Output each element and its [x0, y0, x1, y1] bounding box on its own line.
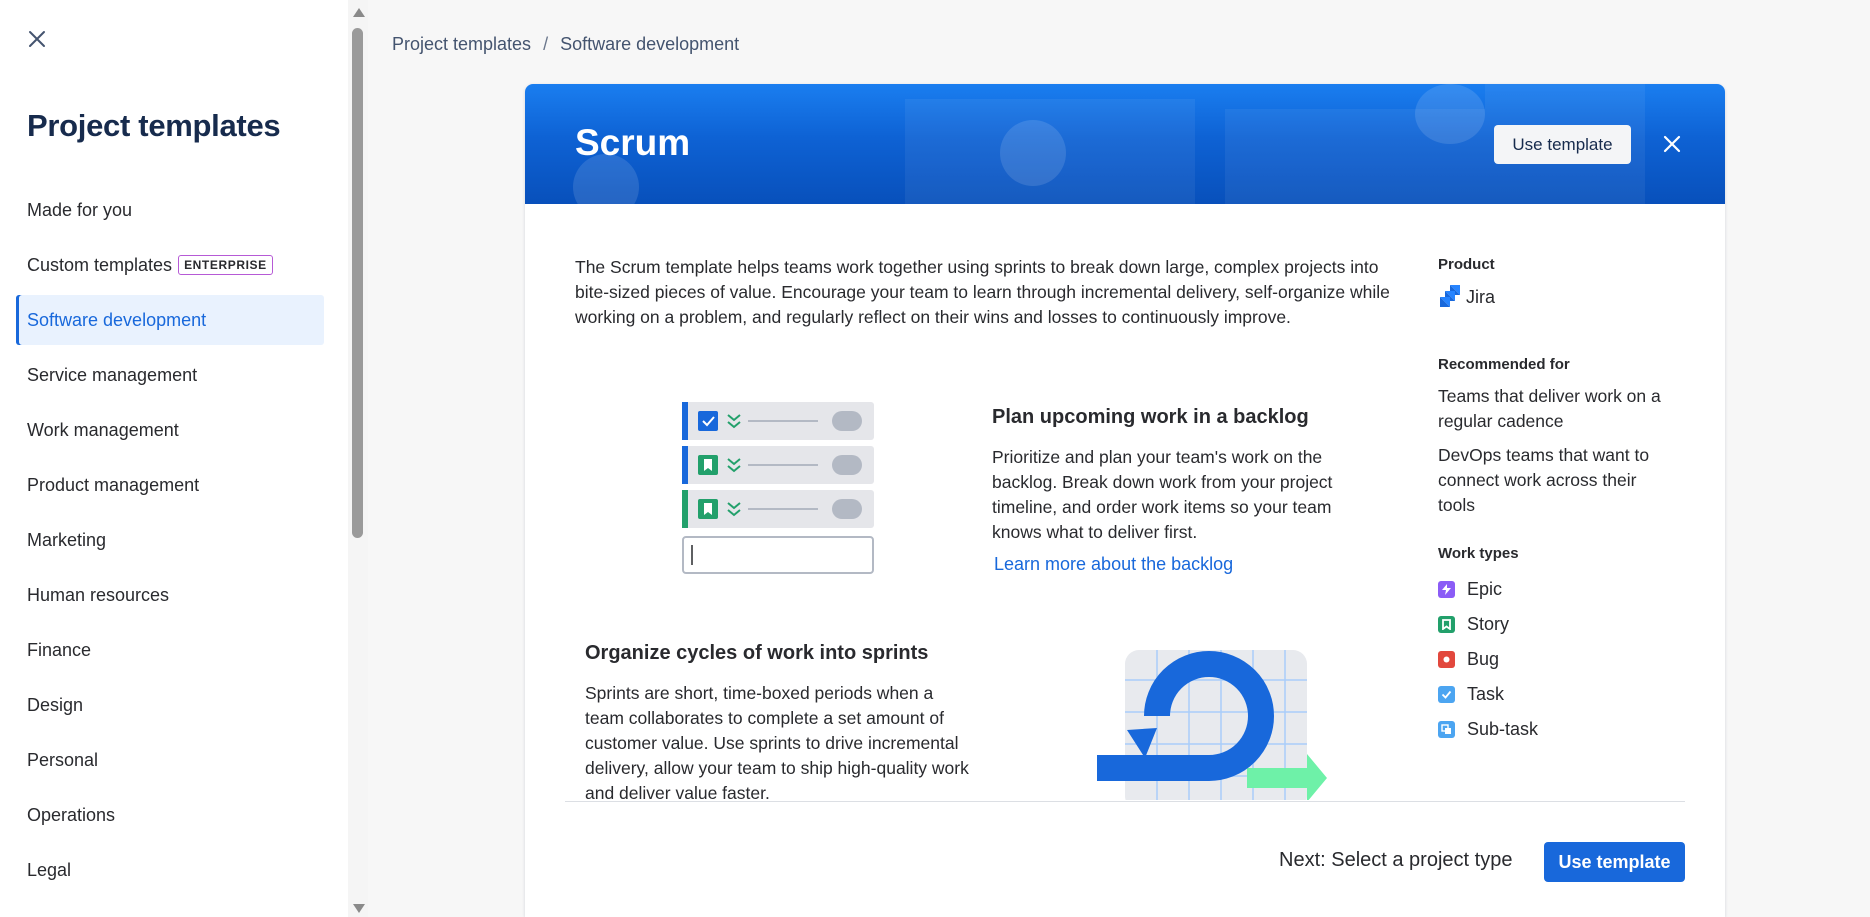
template-title: Scrum — [575, 122, 691, 163]
sidebar-item-label: Personal — [27, 749, 99, 770]
worktype-label: Bug — [1467, 649, 1500, 669]
worktype-epic: Epic — [1438, 572, 1538, 607]
close-icon[interactable] — [24, 26, 50, 52]
product-name: Jira — [1466, 286, 1496, 307]
sidebar-title: Project templates — [27, 108, 281, 143]
sidebar-item-product-management[interactable]: Product management — [16, 460, 324, 510]
close-icon[interactable] — [1659, 131, 1685, 157]
template-description: The Scrum template helps teams work toge… — [575, 257, 1390, 327]
worktype-story: Story — [1438, 607, 1538, 642]
recommended-item: Teams that deliver work on a regular cad… — [1438, 386, 1661, 431]
sidebar-item-personal[interactable]: Personal — [16, 735, 324, 785]
worktypes-heading: Work types — [1438, 545, 1519, 562]
scroll-down-arrow[interactable] — [353, 904, 365, 913]
next-step-label: Next: Select a project type — [1279, 849, 1513, 871]
use-template-primary-button[interactable]: Use template — [1544, 842, 1685, 882]
lightning-icon — [1438, 581, 1455, 598]
bookmark-icon — [1438, 616, 1455, 633]
backlog-feature-title: Plan upcoming work in a backlog — [992, 406, 1309, 428]
sprints-feature-body: Sprints are short, time-boxed periods wh… — [585, 683, 969, 803]
template-card: Scrum Use template The Scrum template he… — [525, 84, 1725, 917]
sidebar-item-label: Work management — [27, 419, 179, 440]
worktype-task: Task — [1438, 677, 1538, 712]
sidebar-item-operations[interactable]: Operations — [16, 790, 324, 840]
worktype-bug: Bug — [1438, 642, 1538, 677]
enterprise-badge: ENTERPRISE — [178, 255, 273, 275]
sidebar-item-made-for-you[interactable]: Made for you — [16, 185, 324, 235]
sidebar: Project templates Made for you Custom te… — [0, 0, 348, 917]
worktype-label: Epic — [1467, 579, 1503, 599]
product-row: Jira — [1438, 284, 1495, 310]
bug-icon — [1438, 651, 1455, 668]
backlog-illustration — [682, 402, 874, 574]
breadcrumb-separator: / — [543, 34, 549, 54]
product-heading: Product — [1438, 256, 1495, 273]
worktype-label: Sub-task — [1467, 719, 1539, 739]
sidebar-item-human-resources[interactable]: Human resources — [16, 570, 324, 620]
sprint-cycle-illustration — [1097, 650, 1327, 800]
sidebar-item-label: Product management — [27, 474, 200, 495]
sprints-feature-title: Organize cycles of work into sprints — [585, 642, 929, 664]
template-hero: Scrum Use template — [525, 84, 1725, 204]
breadcrumb-current[interactable]: Software development — [560, 34, 739, 55]
sidebar-item-label: Service management — [27, 364, 198, 385]
sidebar-item-label: Human resources — [27, 584, 170, 605]
check-icon — [1438, 686, 1455, 703]
use-template-button[interactable]: Use template — [1494, 125, 1631, 164]
jira-logo-icon — [1440, 285, 1460, 307]
learn-more-backlog-link[interactable]: Learn more about the backlog — [994, 554, 1233, 575]
sidebar-item-marketing[interactable]: Marketing — [16, 515, 324, 565]
worktypes-list: Epic Story Bug Task Sub-task — [1438, 572, 1538, 747]
sidebar-item-label: Made for you — [27, 199, 133, 220]
sidebar-item-design[interactable]: Design — [16, 680, 324, 730]
worktype-label: Task — [1467, 684, 1505, 704]
sidebar-scrollbar[interactable] — [348, 0, 368, 917]
backlog-feature-body: Prioritize and plan your team's work on … — [992, 447, 1333, 542]
scroll-thumb[interactable] — [352, 28, 363, 538]
sidebar-item-label: Design — [27, 694, 84, 715]
scroll-up-arrow[interactable] — [353, 8, 365, 17]
sidebar-item-label: Software development — [27, 309, 207, 330]
sidebar-item-software-development[interactable]: Software development — [16, 295, 324, 345]
recommended-item: DevOps teams that want to connect work a… — [1438, 445, 1650, 515]
sidebar-item-finance[interactable]: Finance — [16, 625, 324, 675]
sidebar-item-label: Finance — [27, 639, 92, 660]
hero-decoration — [1000, 120, 1066, 186]
breadcrumb-root[interactable]: Project templates — [392, 34, 531, 55]
worktype-label: Story — [1467, 614, 1510, 634]
sidebar-item-label: Custom templates — [27, 254, 173, 275]
sidebar-item-label: Operations — [27, 804, 116, 825]
worktype-subtask: Sub-task — [1438, 712, 1538, 747]
sidebar-item-work-management[interactable]: Work management — [16, 405, 324, 455]
sidebar-item-custom-templates[interactable]: Custom templates ENTERPRISE — [16, 240, 324, 290]
recommended-heading: Recommended for — [1438, 356, 1570, 373]
sidebar-item-label: Legal — [27, 859, 72, 880]
breadcrumb: Project templates / Software development — [392, 34, 739, 55]
sidebar-item-label: Marketing — [27, 529, 107, 550]
sidebar-item-service-management[interactable]: Service management — [16, 350, 324, 400]
sidebar-item-legal[interactable]: Legal — [16, 845, 324, 895]
subtask-icon — [1438, 721, 1455, 738]
sidebar-nav: Made for you Custom templates ENTERPRISE … — [16, 185, 324, 900]
hero-decoration — [1415, 84, 1485, 144]
